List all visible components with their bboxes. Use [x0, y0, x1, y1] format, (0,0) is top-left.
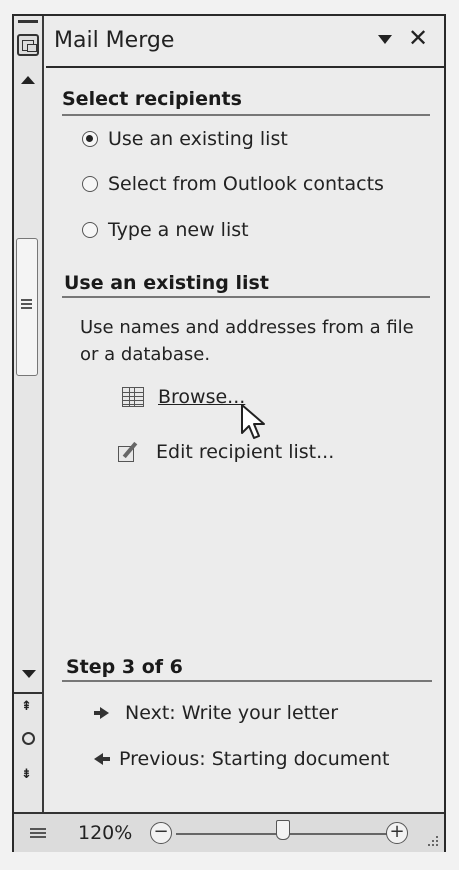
select-browse-object-icon[interactable]: [22, 732, 35, 745]
section-rule: [62, 114, 430, 116]
step-heading: Step 3 of 6: [66, 656, 183, 678]
header-divider: [46, 66, 444, 68]
radio-button-selected[interactable]: [82, 131, 98, 147]
radio-button[interactable]: [82, 222, 98, 238]
next-step-label[interactable]: Next: Write your letter: [125, 702, 338, 724]
previous-step-link[interactable]: Previous: Starting document: [94, 748, 389, 770]
split-handle[interactable]: [18, 20, 38, 23]
section-rule: [62, 296, 430, 298]
scrollbar-thumb[interactable]: [16, 238, 38, 376]
radio-label: Type a new list: [108, 219, 249, 241]
scroll-up-arrow-icon[interactable]: [21, 76, 35, 84]
select-recipients-heading: Select recipients: [62, 88, 242, 110]
scroll-down-arrow-icon[interactable]: [22, 670, 36, 678]
previous-step-label[interactable]: Previous: Starting document: [119, 748, 389, 770]
next-page-icon[interactable]: ⇟: [21, 768, 32, 782]
browse-label[interactable]: Browse...: [158, 386, 245, 408]
next-arrow-icon: [94, 707, 109, 719]
browse-link[interactable]: Browse...: [122, 386, 245, 408]
radio-button[interactable]: [82, 176, 98, 192]
zoom-in-button[interactable]: +: [386, 822, 408, 844]
existing-list-description: Use names and addresses from a file or a…: [80, 317, 414, 365]
vertical-scrollbar[interactable]: ⇞ ⇟: [14, 16, 44, 816]
radio-label: Select from Outlook contacts: [108, 173, 384, 195]
status-bar: 120% − +: [14, 812, 444, 852]
mouse-pointer-icon: [241, 404, 265, 439]
grip-line: [21, 303, 32, 305]
pane-options-dropdown-icon[interactable]: [378, 35, 392, 44]
grip-line: [21, 299, 32, 301]
zoom-level[interactable]: 120%: [78, 822, 132, 844]
radio-use-existing-list[interactable]: Use an existing list: [82, 128, 288, 150]
next-step-link[interactable]: Next: Write your letter: [94, 702, 338, 724]
existing-list-heading: Use an existing list: [64, 272, 269, 294]
radio-type-new-list[interactable]: Type a new list: [82, 219, 249, 241]
document-map-icon[interactable]: [17, 34, 39, 56]
resize-grip-icon[interactable]: [428, 836, 440, 848]
pane-title: Mail Merge: [54, 28, 175, 53]
edit-pencil-icon: [118, 440, 142, 464]
radio-outlook-contacts[interactable]: Select from Outlook contacts: [82, 173, 384, 195]
close-pane-button[interactable]: ✕: [408, 24, 428, 52]
zoom-slider-thumb[interactable]: [276, 820, 290, 840]
previous-page-icon[interactable]: ⇞: [21, 700, 32, 714]
zoom-out-button[interactable]: −: [150, 822, 172, 844]
edit-recipient-list-link[interactable]: Edit recipient list...: [118, 440, 334, 464]
grip-line: [21, 307, 32, 309]
radio-label: Use an existing list: [108, 128, 288, 150]
edit-recipient-label[interactable]: Edit recipient list...: [156, 441, 334, 463]
view-layout-icon[interactable]: [30, 828, 46, 840]
previous-arrow-icon: [94, 753, 110, 765]
section-rule: [62, 680, 432, 682]
table-icon: [122, 387, 144, 407]
scrollbar-divider: [14, 692, 42, 694]
